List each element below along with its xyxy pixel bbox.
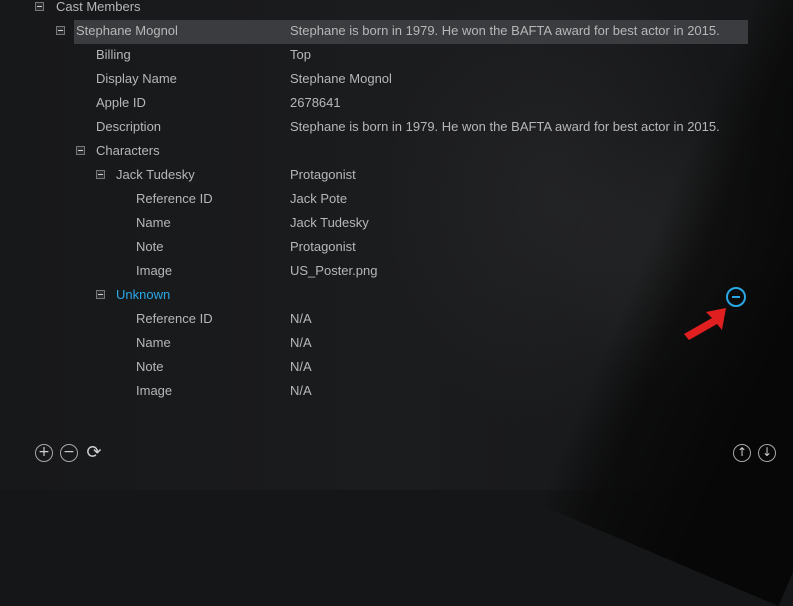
field-key: Description xyxy=(96,119,162,134)
field-key: Image xyxy=(136,263,173,278)
tree-row-character[interactable]: Jack Tudesky Protagonist xyxy=(0,165,793,185)
metadata-tree: Cast Members Stephane Mognol Stephane is… xyxy=(0,0,793,490)
collapse-toggle[interactable] xyxy=(56,26,65,35)
tree-row-field[interactable]: Note N/A xyxy=(0,357,793,377)
character-name: Jack Tudesky xyxy=(116,167,195,182)
field-key: Reference ID xyxy=(136,311,213,326)
tree-row-field[interactable]: Name Jack Tudesky xyxy=(0,213,793,233)
field-value: Stephane Mognol xyxy=(290,71,392,86)
field-value: N/A xyxy=(290,359,312,374)
tree-row-field[interactable]: Description Stephane is born in 1979. He… xyxy=(0,117,793,137)
annotation-arrow-icon xyxy=(684,308,726,340)
cast-member-summary: Stephane is born in 1979. He won the BAF… xyxy=(290,23,720,38)
tree-row-field[interactable]: Reference ID N/A xyxy=(0,309,793,329)
character-name: Unknown xyxy=(116,287,171,302)
field-key: Reference ID xyxy=(136,191,213,206)
collapse-toggle[interactable] xyxy=(35,2,44,11)
tree-row-field[interactable]: Image N/A xyxy=(0,381,793,401)
remove-character-button[interactable] xyxy=(726,287,746,307)
tree-node-label: Characters xyxy=(96,143,160,158)
field-value: 2678641 xyxy=(290,95,341,110)
field-value: Top xyxy=(290,47,311,62)
field-value: N/A xyxy=(290,383,312,398)
remove-button[interactable]: − xyxy=(60,444,78,462)
tree-row-field[interactable]: Billing Top xyxy=(0,45,793,65)
field-value: Stephane is born in 1979. He won the BAF… xyxy=(290,119,720,134)
field-key: Image xyxy=(136,383,173,398)
tree-row-field[interactable]: Apple ID 2678641 xyxy=(0,93,793,113)
tree-row-field[interactable]: Image US_Poster.png xyxy=(0,261,793,281)
tree-row-field[interactable]: Display Name Stephane Mognol xyxy=(0,69,793,89)
field-value: N/A xyxy=(290,335,312,350)
refresh-button[interactable]: ⟳ xyxy=(85,444,103,462)
tree-row-field[interactable]: Note Protagonist xyxy=(0,237,793,257)
collapse-toggle[interactable] xyxy=(96,290,105,299)
field-key: Note xyxy=(136,239,164,254)
field-key: Name xyxy=(136,335,171,350)
field-key: Note xyxy=(136,359,164,374)
collapse-toggle[interactable] xyxy=(76,146,85,155)
field-value: Protagonist xyxy=(290,239,356,254)
field-value: N/A xyxy=(290,311,312,326)
tree-row-cast-member[interactable]: Stephane Mognol Stephane is born in 1979… xyxy=(0,21,793,41)
cast-member-name: Stephane Mognol xyxy=(76,23,178,38)
field-key: Apple ID xyxy=(96,95,146,110)
collapse-toggle[interactable] xyxy=(96,170,105,179)
character-summary: Protagonist xyxy=(290,167,356,182)
field-key: Name xyxy=(136,215,171,230)
tree-row-field[interactable]: Reference ID Jack Pote xyxy=(0,189,793,209)
field-value: Jack Pote xyxy=(290,191,348,206)
tree-row-characters[interactable]: Characters xyxy=(0,141,793,161)
move-up-button[interactable]: ↑ xyxy=(733,444,751,462)
field-value: US_Poster.png xyxy=(290,263,378,278)
field-key: Billing xyxy=(96,47,131,62)
tree-row-field[interactable]: Name N/A xyxy=(0,333,793,353)
tree-node-label: Cast Members xyxy=(56,0,141,14)
add-button[interactable]: + xyxy=(35,444,53,462)
tree-row-character[interactable]: Unknown xyxy=(0,285,793,305)
field-key: Display Name xyxy=(96,71,177,86)
tree-row-cast-members[interactable]: Cast Members xyxy=(0,0,793,17)
field-value: Jack Tudesky xyxy=(290,215,369,230)
move-down-button[interactable]: ↓ xyxy=(758,444,776,462)
